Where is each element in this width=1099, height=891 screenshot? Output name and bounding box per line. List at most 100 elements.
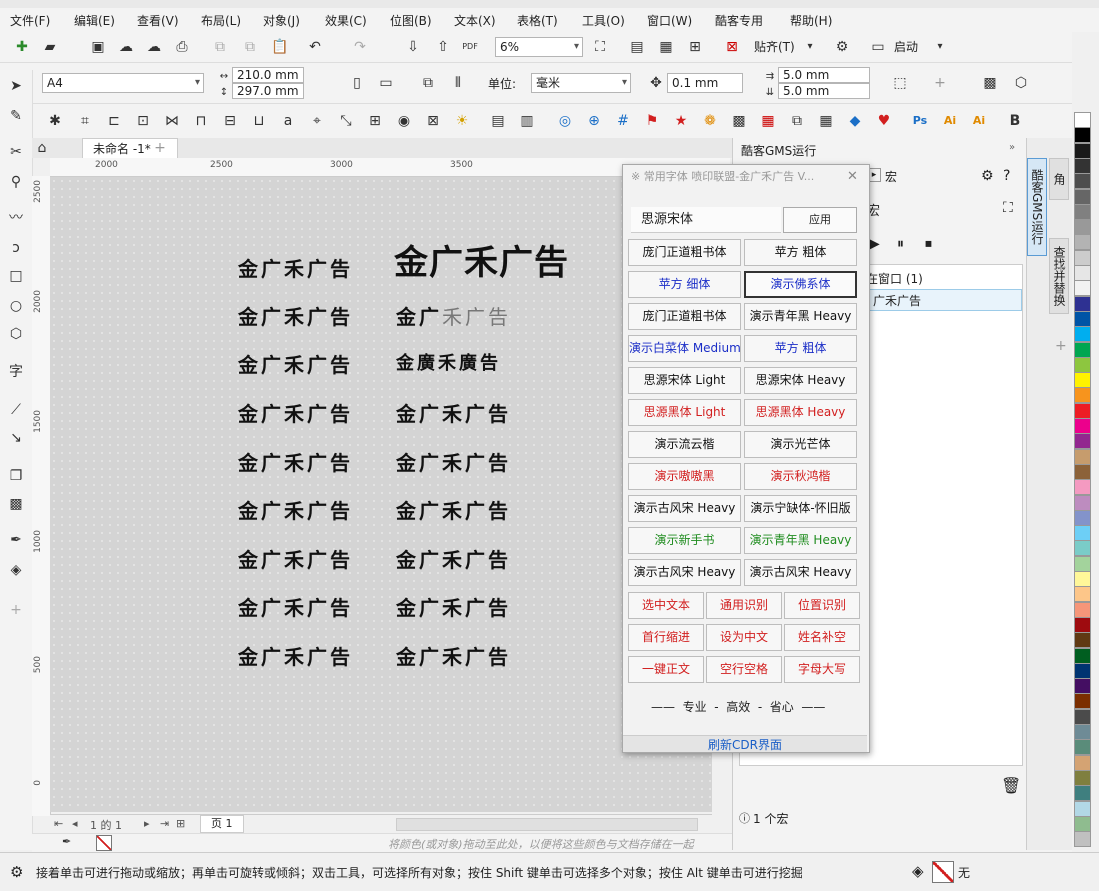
font-option-button[interactable]: 苹方 粗体 xyxy=(744,335,857,362)
text-tool-button[interactable]: 设为中文 xyxy=(706,624,782,651)
measure-icon[interactable]: ⌖ xyxy=(307,111,327,131)
color-swatch[interactable] xyxy=(1074,509,1091,526)
shape-tool-icon[interactable]: ✎ xyxy=(6,106,26,126)
color-swatch[interactable] xyxy=(1074,785,1091,802)
trash-icon[interactable]: 🗑 xyxy=(1001,776,1021,795)
freehand-tool-icon[interactable]: 〰 xyxy=(6,208,26,228)
menu-object[interactable]: 对象(J) xyxy=(263,12,300,29)
color-swatch[interactable] xyxy=(1074,127,1091,144)
right-title-text[interactable]: 金广禾广告 xyxy=(394,235,569,284)
page-tab[interactable]: 页 1 xyxy=(200,815,244,833)
close-icon[interactable]: ✕ xyxy=(847,169,858,184)
grid-icon[interactable]: ▦ xyxy=(656,37,676,57)
color-swatch[interactable] xyxy=(1074,341,1091,358)
font-option-button[interactable]: 思源宋体 Heavy xyxy=(744,367,857,394)
settings-gear-icon[interactable]: ⚙ xyxy=(981,168,994,184)
text-tool-button[interactable]: 空行空格 xyxy=(706,656,782,683)
menu-table[interactable]: 表格(T) xyxy=(517,12,558,29)
settings-gear-icon[interactable]: ⚙ xyxy=(10,863,23,881)
stop-icon[interactable]: ⏹ xyxy=(925,236,932,252)
fill-tool-icon[interactable]: ◈ xyxy=(6,560,26,580)
transform-icon[interactable]: ⤡ xyxy=(336,111,356,131)
lock-icon[interactable]: ⊠ xyxy=(423,111,443,131)
color-swatch[interactable] xyxy=(1074,265,1091,281)
tree-parent-item[interactable]: 在窗口 (1) xyxy=(866,270,923,287)
font-name-input[interactable]: 思源宋体 xyxy=(631,207,781,233)
add-page-icon[interactable]: ⊞ xyxy=(176,817,185,830)
font-option-button[interactable]: 演示佛系体 xyxy=(744,271,857,298)
add-icon[interactable]: + xyxy=(930,73,950,93)
left-sample-text[interactable]: 金广禾广告 xyxy=(238,349,353,378)
hash-grid-icon[interactable]: # xyxy=(613,111,633,131)
pause-icon[interactable]: ⏸ xyxy=(897,236,904,252)
color-swatch[interactable] xyxy=(1074,555,1091,572)
color-swatch[interactable] xyxy=(1074,831,1091,848)
color-swatch[interactable] xyxy=(1074,188,1091,205)
color-swatch[interactable] xyxy=(1074,356,1091,373)
bleed-icon[interactable]: ⬚ xyxy=(890,73,910,93)
3d-box-icon[interactable]: ⬡ xyxy=(1011,73,1031,93)
zoom-tool-icon[interactable]: ⚲ xyxy=(6,172,26,192)
transparency-tool-icon[interactable]: ▩ xyxy=(6,494,26,514)
layout-icon[interactable]: ▥ xyxy=(517,111,537,131)
color-swatch[interactable] xyxy=(1074,372,1091,389)
left-sample-text[interactable]: 金广禾广告 xyxy=(238,544,353,573)
vtab-corner[interactable]: 角 xyxy=(1049,158,1069,200)
cut-icon[interactable]: ⧉ xyxy=(210,37,230,57)
right-sample-text[interactable]: 金廣禾廣告 xyxy=(396,349,501,375)
pages-icon[interactable]: ⧉ xyxy=(787,111,807,131)
menu-effects[interactable]: 效果(C) xyxy=(325,12,367,29)
crop-marks-icon[interactable]: ⌗ xyxy=(75,111,95,131)
color-swatch[interactable] xyxy=(1074,173,1091,190)
color-swatch[interactable] xyxy=(1074,112,1091,128)
align-bottom-icon[interactable]: ⊔ xyxy=(249,111,269,131)
font-option-button[interactable]: 演示古风宋 Heavy xyxy=(628,559,741,586)
font-option-button[interactable]: 庞门正道粗书体 xyxy=(628,239,741,266)
menu-help[interactable]: 帮助(H) xyxy=(790,12,832,29)
apply-button[interactable]: 应用 xyxy=(783,207,857,233)
ellipse-tool-icon[interactable]: ○ xyxy=(6,296,26,316)
color-swatch[interactable] xyxy=(1074,540,1091,557)
color-swatch[interactable] xyxy=(1074,387,1091,404)
color-swatch[interactable] xyxy=(1074,463,1091,480)
photoshop-icon[interactable]: Ps xyxy=(910,111,930,131)
distribute-icon[interactable]: ⋈ xyxy=(162,111,182,131)
text-tool-button[interactable]: 字母大写 xyxy=(784,656,860,683)
menu-file[interactable]: 文件(F) xyxy=(10,12,50,29)
unit-select[interactable]: 毫米 xyxy=(531,73,631,93)
rectangle-tool-icon[interactable]: □ xyxy=(6,266,26,286)
no-color-swatch[interactable] xyxy=(96,835,112,851)
tab-macro[interactable]: 宏 xyxy=(885,168,897,185)
heart-icon[interactable]: ♥ xyxy=(874,111,894,131)
node-tool-icon[interactable]: ✱ xyxy=(45,111,65,131)
font-option-button[interactable]: 思源黑体 Heavy xyxy=(744,399,857,426)
undo-icon[interactable]: ↶ xyxy=(305,37,325,57)
sun-icon[interactable]: ☀ xyxy=(452,111,472,131)
star-icon[interactable]: ★ xyxy=(671,111,691,131)
connector-tool-icon[interactable]: ↘ xyxy=(6,428,26,448)
menu-tools[interactable]: 工具(O) xyxy=(582,12,625,29)
checker-icon[interactable]: ▩ xyxy=(729,111,749,131)
right-sample-text[interactable]: 金广禾广告 xyxy=(396,592,511,621)
diamond-icon[interactable]: ◆ xyxy=(845,111,865,131)
cloud-download-icon[interactable]: ☁ xyxy=(116,37,136,57)
align-top-icon[interactable]: ⊓ xyxy=(191,111,211,131)
zoom-level-select[interactable]: 6% xyxy=(495,37,583,57)
font-option-button[interactable]: 演示光芒体 xyxy=(744,431,857,458)
color-swatch[interactable] xyxy=(1074,326,1091,343)
color-swatch[interactable] xyxy=(1074,708,1091,725)
first-page-icon[interactable]: ⇤ xyxy=(54,817,63,830)
color-swatch[interactable] xyxy=(1074,769,1091,786)
color-swatch[interactable] xyxy=(1074,739,1091,756)
landscape-icon[interactable]: ▭ xyxy=(376,73,396,93)
settings-gear-icon[interactable]: ⚙ xyxy=(832,37,852,57)
font-option-button[interactable]: 演示白菜体 Medium xyxy=(628,335,741,362)
snap-to-button[interactable]: 贴齐(T) xyxy=(754,38,795,55)
guidelines-icon[interactable]: ⊞ xyxy=(685,37,705,57)
font-option-button[interactable]: 思源黑体 Light xyxy=(628,399,741,426)
bold-b-icon[interactable]: B xyxy=(1005,111,1025,131)
artistic-media-icon[interactable]: ↄ xyxy=(6,238,26,258)
color-swatch[interactable] xyxy=(1074,616,1091,633)
color-swatch[interactable] xyxy=(1074,249,1091,266)
align-center-icon[interactable]: ⊡ xyxy=(133,111,153,131)
